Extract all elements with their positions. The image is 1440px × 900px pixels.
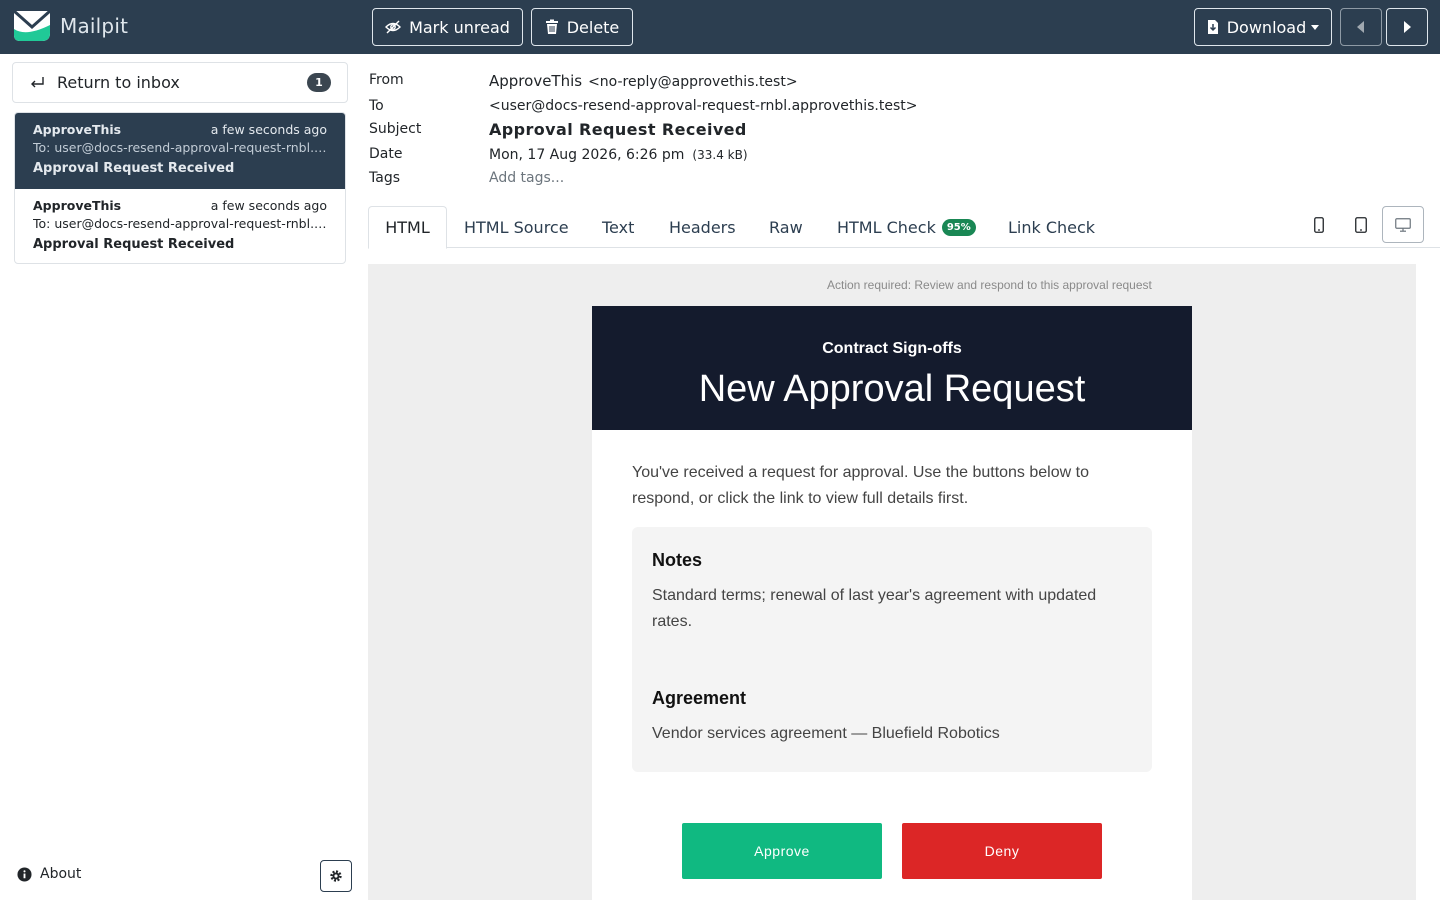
html-check-label: HTML Check <box>837 217 936 237</box>
phone-icon <box>1314 216 1324 233</box>
tab-html-check[interactable]: HTML Check 95% <box>837 206 976 248</box>
delete-label: Delete <box>566 17 620 37</box>
about-label: About <box>40 866 82 882</box>
message-to: To: user@docs-resend-approval-request-rn… <box>33 216 327 231</box>
file-download-icon <box>1207 20 1218 34</box>
email-intro: You've received a request for approval. … <box>632 464 1089 507</box>
message-time: a few seconds ago <box>210 198 327 213</box>
app-name[interactable]: Mailpit <box>60 14 128 38</box>
from-name: ApproveThis <box>489 72 583 90</box>
next-message-button[interactable] <box>1386 8 1428 46</box>
trash-icon <box>545 19 558 34</box>
email-body: Contract Sign-offs New Approval Request … <box>592 306 1192 900</box>
about-link[interactable]: About <box>17 866 81 882</box>
date-value: Mon, 17 Aug 2026, 6:26 pm (33.4 kB) <box>489 145 748 165</box>
tab-link-check[interactable]: Link Check <box>1008 206 1095 248</box>
email-header-banner: Contract Sign-offs New Approval Request <box>592 306 1192 430</box>
settings-button[interactable] <box>320 860 352 892</box>
email-preheader: Action required: Review and respond to t… <box>827 278 1152 292</box>
message-list-item[interactable]: ApproveThis a few seconds ago To: user@d… <box>15 189 345 263</box>
from-label: From <box>369 72 404 88</box>
email-kicker: Contract Sign-offs <box>822 340 962 357</box>
tab-raw[interactable]: Raw <box>769 206 803 248</box>
tab-text[interactable]: Text <box>602 206 634 248</box>
details-card: Notes Standard terms; renewal of last ye… <box>632 527 1152 772</box>
message-from: ApproveThis <box>33 198 122 213</box>
email-title: New Approval Request <box>698 368 1086 410</box>
desktop-icon <box>1395 217 1411 232</box>
view-phone-button[interactable] <box>1298 206 1340 243</box>
info-circle-icon <box>17 866 32 882</box>
caret-left-icon <box>1357 21 1364 33</box>
agreement-text: Vendor services agreement — Bluefield Ro… <box>652 725 1000 742</box>
message-subject: Approval Request Received <box>33 237 235 252</box>
tab-headers[interactable]: Headers <box>669 206 736 248</box>
return-to-inbox-button[interactable]: Return to inbox 1 <box>12 62 348 103</box>
subject-label: Subject <box>369 121 422 137</box>
gear-icon <box>330 870 342 882</box>
email-preview: Action required: Review and respond to t… <box>368 264 1416 900</box>
unread-count-badge: 1 <box>307 73 331 92</box>
message-time: a few seconds ago <box>210 122 327 137</box>
to-label: To <box>369 98 384 114</box>
download-label: Download <box>1226 17 1307 37</box>
approve-button[interactable]: Approve <box>682 823 882 879</box>
eye-slash-icon <box>385 20 402 34</box>
notes-text: Standard terms; renewal of last year's a… <box>652 587 1097 630</box>
notes-heading: Notes <box>652 550 703 570</box>
message-subject: Approval Request Received <box>33 161 235 176</box>
view-tablet-button[interactable] <box>1340 206 1382 243</box>
tab-html-source[interactable]: HTML Source <box>464 206 569 248</box>
message-to: To: user@docs-resend-approval-request-rn… <box>33 140 327 155</box>
html-check-score-badge: 95% <box>941 218 976 236</box>
mark-unread-button[interactable]: Mark unread <box>372 8 523 46</box>
tablet-icon <box>1355 216 1367 233</box>
tags-label: Tags <box>369 170 400 186</box>
download-dropdown-button[interactable]: Download <box>1194 8 1332 46</box>
previous-message-button[interactable] <box>1340 8 1382 46</box>
tab-html[interactable]: HTML <box>368 206 447 249</box>
mailpit-logo-icon[interactable] <box>12 7 52 45</box>
message-list: ApproveThis a few seconds ago To: user@d… <box>14 112 346 264</box>
from-address: <no-reply@approvethis.test> <box>588 74 798 90</box>
to-address: <user@docs-resend-approval-request-rnbl.… <box>489 98 918 114</box>
return-arrow-icon <box>31 76 44 87</box>
chevron-down-icon <box>1311 24 1320 30</box>
mark-unread-label: Mark unread <box>409 17 510 37</box>
caret-right-icon <box>1404 21 1411 33</box>
view-tabs: HTML HTML Source Text Headers Raw HTML C… <box>368 206 1440 249</box>
message-from: ApproveThis <box>33 122 122 137</box>
from-value: ApproveThis <no-reply@approvethis.test> <box>489 71 798 92</box>
agreement-heading: Agreement <box>652 688 747 708</box>
subject-value: Approval Request Received <box>489 120 747 139</box>
deny-button[interactable]: Deny <box>902 823 1102 879</box>
tags-input[interactable]: Add tags... <box>489 168 564 188</box>
date-label: Date <box>369 146 403 162</box>
delete-button[interactable]: Delete <box>531 8 633 46</box>
view-desktop-button[interactable] <box>1382 206 1424 243</box>
top-bar: Mailpit Mark unread Delete Download <box>0 0 1440 54</box>
return-to-inbox-label: Return to inbox <box>57 73 180 92</box>
date-text: Mon, 17 Aug 2026, 6:26 pm <box>489 147 685 163</box>
message-list-item[interactable]: ApproveThis a few seconds ago To: user@d… <box>15 113 345 189</box>
message-size: (33.4 kB) <box>692 148 748 162</box>
